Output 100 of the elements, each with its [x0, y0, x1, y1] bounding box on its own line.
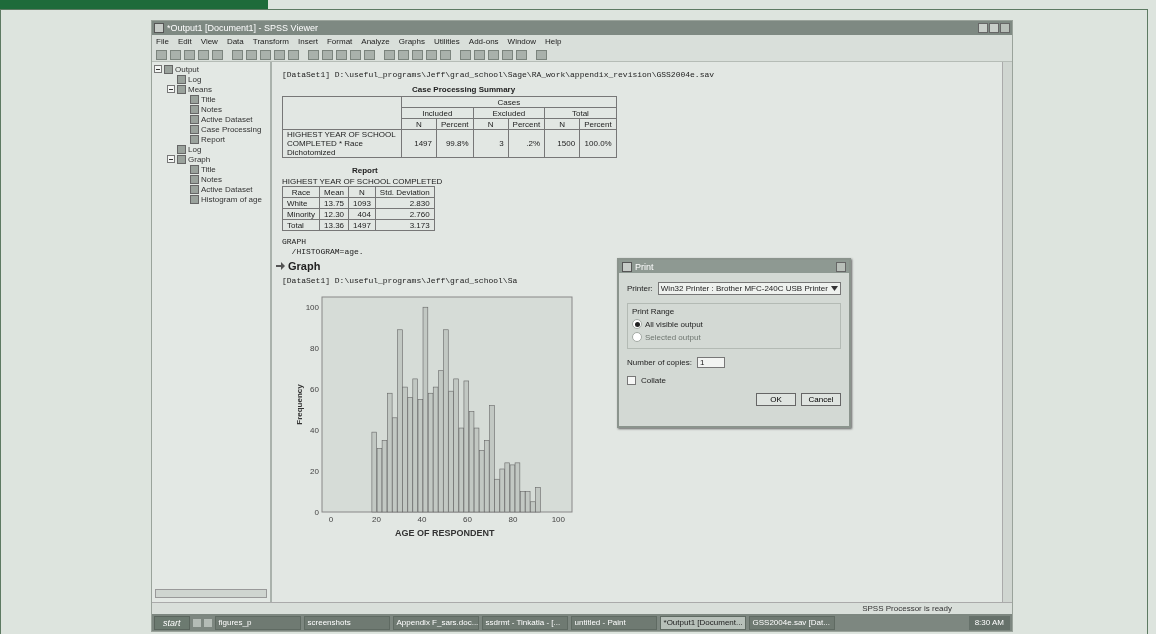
- dataset-path: [DataSet1] D:\useful_programs\Jeff\grad_school\Sage\RA_work\appendix_revision\GSS2004e.sav: [282, 70, 716, 79]
- toolbar-icon[interactable]: [460, 49, 471, 60]
- menu-item[interactable]: File: [156, 37, 169, 46]
- table-cell: 1500: [544, 129, 580, 158]
- table-header: Percent: [508, 118, 545, 130]
- toolbar-icon[interactable]: [184, 49, 195, 60]
- tree-item[interactable]: Notes: [201, 174, 222, 184]
- tree-item[interactable]: Report: [201, 134, 225, 144]
- expander-icon[interactable]: [154, 65, 162, 73]
- taskbar-button[interactable]: untitled - Paint: [570, 615, 657, 630]
- tree-item[interactable]: Title: [201, 164, 216, 174]
- toolbar-icon[interactable]: [260, 49, 271, 60]
- tree-item[interactable]: Histogram of age: [201, 194, 262, 204]
- dialog-button[interactable]: OK: [756, 393, 796, 406]
- taskbar-button[interactable]: *Output1 [Document...: [659, 615, 746, 630]
- menu-item[interactable]: Utilities: [434, 37, 460, 46]
- node-icon: [190, 134, 199, 144]
- syntax-line: /HISTOGRAM=age.: [290, 247, 365, 256]
- taskbar-button[interactable]: GSS2004e.sav [Dat...: [748, 615, 835, 630]
- tick-label: 40: [310, 426, 319, 436]
- toolbar-icon[interactable]: [426, 49, 437, 60]
- table-header: Mean: [319, 186, 349, 198]
- toolbar-icon[interactable]: [440, 49, 451, 60]
- scrollbar[interactable]: [155, 589, 267, 598]
- menu-item[interactable]: Format: [326, 37, 353, 46]
- taskbar-button[interactable]: Appendix F_sars.doc...: [392, 615, 479, 630]
- toolbar-icon[interactable]: [156, 49, 167, 60]
- minimize-button[interactable]: [978, 23, 988, 33]
- toolbar-icon[interactable]: [336, 49, 347, 60]
- table-header: Excluded: [473, 107, 545, 119]
- toolbar-icon[interactable]: [322, 49, 333, 60]
- arrow-icon: [276, 262, 285, 270]
- tree-item[interactable]: Title: [201, 94, 216, 104]
- menu-item[interactable]: Add-ons: [468, 37, 499, 46]
- toolbar-icon[interactable]: [384, 49, 395, 60]
- tree-item[interactable]: Output: [175, 64, 199, 74]
- toolbar-icon[interactable]: [232, 49, 243, 60]
- table-cell: 3: [473, 129, 509, 158]
- radio-button[interactable]: [632, 319, 642, 329]
- table-header: N: [473, 118, 509, 130]
- toolbar-icon[interactable]: [246, 49, 257, 60]
- scrollbar[interactable]: [1002, 62, 1012, 602]
- menu-item[interactable]: Help: [545, 37, 562, 46]
- toolbar-icon[interactable]: [198, 49, 209, 60]
- copies-spinner[interactable]: 1: [696, 357, 725, 368]
- table-cell: 1497: [348, 219, 376, 231]
- tree-item[interactable]: Log: [188, 74, 202, 84]
- toolbar-icon[interactable]: [502, 49, 513, 60]
- taskbar-button[interactable]: screenshots: [303, 615, 390, 630]
- menu-item[interactable]: Analyze: [361, 37, 390, 46]
- menu-item[interactable]: Window: [507, 37, 537, 46]
- toolbar-icon[interactable]: [288, 49, 299, 60]
- tree-item[interactable]: Means: [188, 84, 212, 94]
- menu-item[interactable]: View: [200, 37, 218, 46]
- taskbar-button[interactable]: figures_p: [214, 615, 301, 630]
- table-cell: 13.75: [319, 197, 349, 209]
- tree-item[interactable]: Case Processing: [201, 124, 262, 134]
- tree-item[interactable]: Graph: [188, 154, 211, 164]
- menu-item[interactable]: Transform: [252, 37, 289, 46]
- menu-item[interactable]: Graphs: [398, 37, 425, 46]
- toolbar-icon[interactable]: [350, 49, 361, 60]
- table-cell: 2.760: [375, 208, 435, 220]
- menu-item[interactable]: Data: [226, 37, 244, 46]
- menu-item[interactable]: Insert: [297, 37, 318, 46]
- toolbar-icon[interactable]: [488, 49, 499, 60]
- tree-item[interactable]: Active Dataset: [201, 114, 253, 124]
- toolbar-icon[interactable]: [170, 49, 181, 60]
- toolbar-icon[interactable]: [398, 49, 409, 60]
- toolbar-icon[interactable]: [274, 49, 285, 60]
- system-tray: 8:30 AM: [968, 615, 1010, 630]
- toolbar-icon[interactable]: [412, 49, 423, 60]
- close-button[interactable]: [1000, 23, 1010, 33]
- start-button[interactable]: start: [154, 615, 190, 630]
- radio-label: All visible output: [645, 319, 703, 329]
- expander-icon[interactable]: [167, 155, 175, 163]
- tree-item[interactable]: Log: [188, 144, 202, 154]
- table-header: Std. Deviation: [375, 186, 435, 198]
- tree-item[interactable]: Notes: [201, 104, 222, 114]
- toolbar-icon[interactable]: [212, 49, 223, 60]
- maximize-button[interactable]: [989, 23, 999, 33]
- toolbar-icon[interactable]: [308, 49, 319, 60]
- toolbar-icon[interactable]: [364, 49, 375, 60]
- toolbar-icon[interactable]: [536, 49, 547, 60]
- toolbar-icon[interactable]: [516, 49, 527, 60]
- table-header: Race: [282, 186, 320, 198]
- close-button[interactable]: [836, 261, 846, 272]
- tree-item[interactable]: Active Dataset: [201, 184, 253, 194]
- dialog-button[interactable]: Cancel: [801, 393, 841, 406]
- expander-icon[interactable]: [167, 85, 175, 93]
- taskbar-button[interactable]: ssdrmt - Tinkatia - [...: [481, 615, 568, 630]
- table-header: N: [544, 118, 580, 130]
- toolbar-icon[interactable]: [474, 49, 485, 60]
- menu-item[interactable]: Edit: [177, 37, 192, 46]
- table-cell: 13.36: [319, 219, 349, 231]
- printer-dropdown[interactable]: Win32 Printer : Brother MFC-240C USB Printer: [657, 282, 841, 295]
- checkbox[interactable]: [627, 376, 636, 385]
- tick-label: 40: [417, 515, 427, 524]
- table-cell: 1093: [348, 197, 376, 209]
- table-subtitle: HIGHEST YEAR OF SCHOOL COMPLETED: [282, 177, 444, 186]
- table-header: Total: [544, 107, 617, 119]
